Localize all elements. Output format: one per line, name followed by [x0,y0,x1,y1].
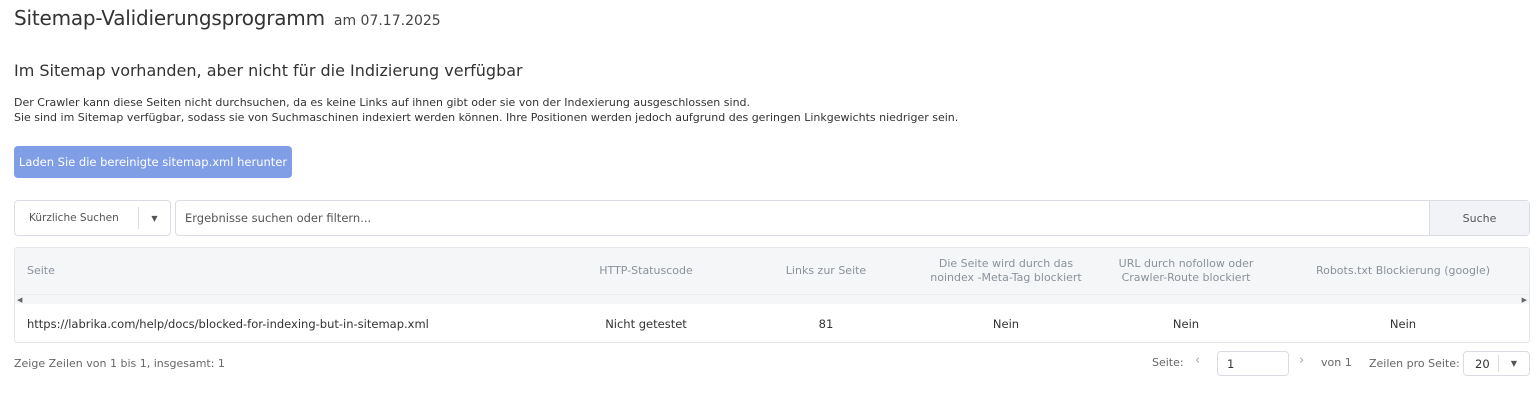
cell-http-status: Nicht getestet [605,317,687,331]
chevron-right-icon[interactable]: › [1299,353,1304,368]
cell-nofollow: Nein [1172,317,1200,331]
page-count-label: von 1 [1321,356,1352,369]
description-line-1: Der Crawler kann diese Seiten nicht durc… [14,96,751,109]
page-title: Sitemap-Validierungsprogramm [14,6,325,30]
column-header-links[interactable]: Links zur Seite [751,248,901,294]
arrow-left-icon[interactable]: ◀ [17,296,22,304]
page-label: Seite: [1152,356,1184,369]
cell-noindex: Nein [992,317,1020,331]
page-header: Sitemap-Validierungsprogramm am 07.17.20… [14,6,441,30]
cell-page-url[interactable]: https://labrika.com/help/docs/blocked-fo… [27,305,547,342]
chevron-left-icon[interactable]: ‹ [1195,353,1200,368]
column-header-page[interactable]: Seite [27,248,227,294]
table-row: https://labrika.com/help/docs/blocked-fo… [15,305,1529,342]
recent-searches-select[interactable]: Kürzliche Suchen ▼ [14,200,171,236]
rows-info: Zeige Zeilen von 1 bis 1, insgesamt: 1 [14,357,225,370]
column-header-robots[interactable]: Robots.txt Blockierung (google) [1303,248,1503,294]
cell-robots: Nein [1389,317,1417,331]
section-title: Im Sitemap vorhanden, aber nicht für die… [14,61,523,80]
download-sitemap-button[interactable]: Laden Sie die bereinigte sitemap.xml her… [14,146,292,178]
horizontal-scrollbar[interactable]: ◀ ▶ [15,294,1529,304]
arrow-right-icon[interactable]: ▶ [1522,296,1527,304]
column-header-http-status[interactable]: HTTP-Statuscode [571,248,721,294]
recent-searches-label: Kürzliche Suchen [29,212,119,224]
page-date: am 07.17.2025 [333,13,441,29]
page-number-input[interactable] [1217,351,1289,376]
description-line-2: Sie sind im Sitemap verfügbar, sodass si… [14,111,959,124]
column-header-noindex[interactable]: Die Seite wird durch das noindex -Meta-T… [921,248,1091,294]
results-table: Seite HTTP-Statuscode Links zur Seite Di… [14,247,1530,343]
column-header-nofollow[interactable]: URL durch nofollow oder Crawler-Route bl… [1111,248,1261,294]
table-header: Seite HTTP-Statuscode Links zur Seite Di… [15,248,1529,294]
search-input[interactable] [176,201,1429,235]
cell-links: 81 [818,317,834,331]
search-bar: Suche [175,200,1530,236]
caret-down-icon[interactable]: ▼ [139,214,170,223]
section-description: Der Crawler kann diese Seiten nicht durc… [14,95,958,125]
search-button[interactable]: Suche [1429,201,1529,235]
rows-per-page-value: 20 [1475,356,1490,371]
caret-down-icon[interactable]: ▼ [1499,359,1529,368]
rows-per-page-label: Zeilen pro Seite: [1369,357,1460,370]
rows-per-page-select[interactable]: 20 ▼ [1463,351,1530,376]
